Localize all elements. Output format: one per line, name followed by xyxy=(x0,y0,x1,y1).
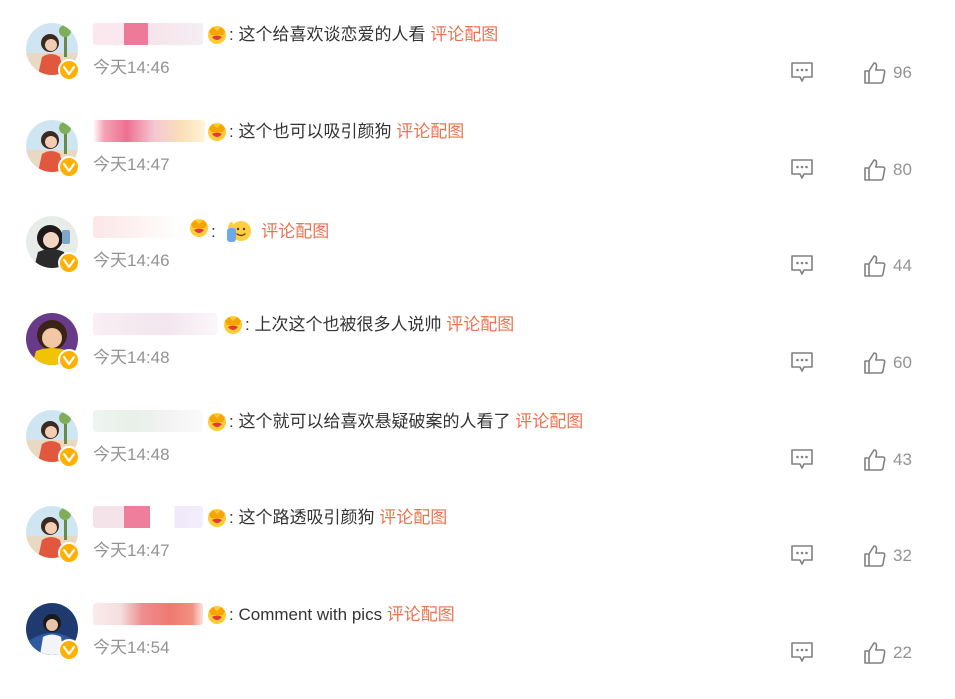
crown-badge-icon xyxy=(190,219,208,237)
comment-image-link[interactable]: 评论配图 xyxy=(430,25,498,44)
verified-icon xyxy=(58,349,80,371)
username-redacted[interactable] xyxy=(93,603,203,625)
comment-text-line: : 评论配图 xyxy=(211,217,329,243)
comment-icon[interactable] xyxy=(790,641,814,663)
comment-item: : 这个给喜欢谈恋爱的人看 评论配图 今天14:46 96 xyxy=(0,23,955,119)
comment-item: : 这个也可以吸引颜狗 评论配图 今天14:47 80 xyxy=(0,120,955,216)
verified-icon xyxy=(58,446,80,468)
comment-icon[interactable] xyxy=(790,254,814,276)
like-count: 43 xyxy=(893,450,912,469)
crown-badge-icon xyxy=(208,509,226,527)
like-button[interactable]: 96 xyxy=(863,61,912,85)
colon: : xyxy=(211,222,216,241)
like-button[interactable]: 22 xyxy=(863,641,912,665)
crown-badge-icon xyxy=(224,316,242,334)
thumbs-up-icon xyxy=(864,449,886,471)
comment-image-link[interactable]: 评论配图 xyxy=(515,412,583,431)
like-count: 32 xyxy=(893,546,912,565)
comment-icon[interactable] xyxy=(790,61,814,83)
comment-text-line: : Comment with pics 评论配图 xyxy=(229,604,455,626)
colon: : xyxy=(229,605,234,624)
comment-text: 这个就可以给喜欢悬疑破案的人看了 xyxy=(238,412,511,431)
comment-image-link[interactable]: 评论配图 xyxy=(379,508,447,527)
comment-image-link[interactable]: 评论配图 xyxy=(261,222,329,241)
thumbs-up-icon xyxy=(864,545,886,567)
like-count: 44 xyxy=(893,256,912,275)
timestamp: 今天14:54 xyxy=(93,638,170,657)
colon: : xyxy=(229,508,234,527)
verified-icon xyxy=(58,639,80,661)
like-button[interactable]: 43 xyxy=(863,448,912,472)
comment-text: Comment with pics xyxy=(238,605,383,624)
username-redacted[interactable] xyxy=(93,120,205,142)
thumbs-up-icon xyxy=(864,352,886,374)
colon: : xyxy=(229,412,234,431)
username-redacted[interactable] xyxy=(93,216,185,238)
username-redacted[interactable] xyxy=(93,23,203,45)
verified-icon xyxy=(58,542,80,564)
comment-item: : Comment with pics 评论配图 今天14:54 22 xyxy=(0,603,955,699)
comment-icon[interactable] xyxy=(790,158,814,180)
timestamp: 今天14:48 xyxy=(93,445,170,464)
wave-emoji xyxy=(227,221,252,242)
comment-text: 这个也可以吸引颜狗 xyxy=(238,122,392,141)
comment-text-line: : 这个路透吸引颜狗 评论配图 xyxy=(229,507,447,529)
timestamp: 今天14:48 xyxy=(93,348,170,367)
comment-icon[interactable] xyxy=(790,544,814,566)
comment-text-line: : 这个也可以吸引颜狗 评论配图 xyxy=(229,121,464,143)
thumbs-up-icon xyxy=(864,62,886,84)
comment-image-link[interactable]: 评论配图 xyxy=(387,605,455,624)
comment-text-line: : 这个给喜欢谈恋爱的人看 评论配图 xyxy=(229,24,498,46)
timestamp: 今天14:47 xyxy=(93,155,170,174)
like-button[interactable]: 80 xyxy=(863,158,912,182)
like-count: 60 xyxy=(893,353,912,372)
comment-list: : 这个给喜欢谈恋爱的人看 评论配图 今天14:46 96: 这个也可以吸引颜… xyxy=(0,0,955,676)
like-button[interactable]: 60 xyxy=(863,351,912,375)
verified-icon xyxy=(58,252,80,274)
colon: : xyxy=(245,315,250,334)
like-button[interactable]: 32 xyxy=(863,544,912,568)
comment-image-link[interactable]: 评论配图 xyxy=(446,315,514,334)
crown-badge-icon xyxy=(208,606,226,624)
crown-badge-icon xyxy=(208,413,226,431)
like-count: 22 xyxy=(893,643,912,662)
username-redacted[interactable] xyxy=(93,506,203,528)
comment-text: 上次这个也被很多人说帅 xyxy=(254,315,442,334)
colon: : xyxy=(229,25,234,44)
like-count: 80 xyxy=(893,160,912,179)
comment-text: 这个给喜欢谈恋爱的人看 xyxy=(238,25,426,44)
comment-item: : 上次这个也被很多人说帅 评论配图 今天14:48 60 xyxy=(0,313,955,409)
comment-text-line: : 上次这个也被很多人说帅 评论配图 xyxy=(245,314,514,336)
username-redacted[interactable] xyxy=(93,410,203,432)
like-count: 96 xyxy=(893,63,912,82)
timestamp: 今天14:46 xyxy=(93,58,170,77)
comment-text-line: : 这个就可以给喜欢悬疑破案的人看了 评论配图 xyxy=(229,411,583,433)
crown-badge-icon xyxy=(208,26,226,44)
verified-icon xyxy=(58,156,80,178)
comment-item: : 这个就可以给喜欢悬疑破案的人看了 评论配图 今天14:48 43 xyxy=(0,410,955,506)
thumbs-up-icon xyxy=(864,159,886,181)
timestamp: 今天14:47 xyxy=(93,541,170,560)
comment-item: : 评论配图 今天14:46 44 xyxy=(0,216,955,312)
comment-item: : 这个路透吸引颜狗 评论配图 今天14:47 32 xyxy=(0,506,955,602)
verified-icon xyxy=(58,59,80,81)
comment-text: 这个路透吸引颜狗 xyxy=(238,508,375,527)
like-button[interactable]: 44 xyxy=(863,254,912,278)
timestamp: 今天14:46 xyxy=(93,251,170,270)
thumbs-up-icon xyxy=(864,255,886,277)
colon: : xyxy=(229,122,234,141)
crown-badge-icon xyxy=(208,123,226,141)
comment-icon[interactable] xyxy=(790,351,814,373)
comment-icon[interactable] xyxy=(790,448,814,470)
username-redacted[interactable] xyxy=(93,313,218,335)
thumbs-up-icon xyxy=(864,642,886,664)
comment-image-link[interactable]: 评论配图 xyxy=(396,122,464,141)
